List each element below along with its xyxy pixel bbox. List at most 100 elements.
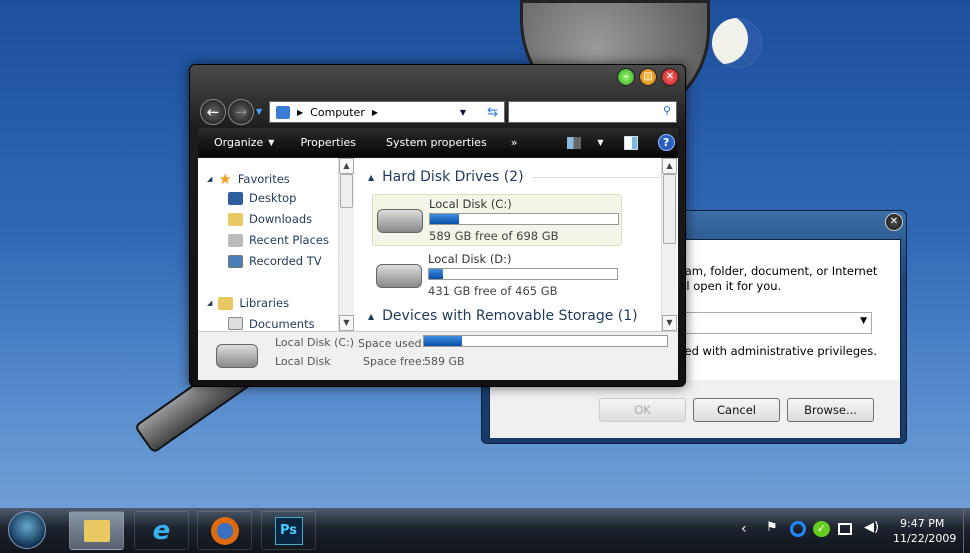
system-drive-icon: [216, 344, 258, 368]
group-header-hdd[interactable]: ▲ Hard Disk Drives (2): [368, 169, 672, 185]
chevron-down-icon: ▼: [268, 138, 275, 147]
network-error-icon[interactable]: [790, 521, 806, 537]
collapse-icon: ▲: [368, 311, 375, 321]
properties-button[interactable]: Properties: [300, 136, 356, 149]
close-button[interactable]: ✕: [661, 68, 679, 86]
taskbar-explorer[interactable]: [69, 511, 124, 550]
open-combobox[interactable]: ▼: [680, 312, 872, 334]
scroll-thumb[interactable]: [340, 174, 353, 208]
command-bar: Organize ▼ Properties System properties »…: [198, 128, 678, 157]
preview-pane-icon[interactable]: [623, 135, 638, 150]
recent-places-icon: [228, 233, 243, 247]
close-button[interactable]: ✕: [885, 213, 903, 231]
taskbar-ie[interactable]: e: [134, 511, 189, 550]
breadcrumb-arrow-icon: ▶: [371, 107, 378, 117]
security-check-icon[interactable]: ✓: [813, 521, 830, 537]
back-button[interactable]: ←: [200, 99, 226, 125]
forward-button[interactable]: →: [228, 99, 254, 125]
organize-menu[interactable]: Organize: [214, 136, 263, 149]
refresh-icon[interactable]: ⇆: [487, 105, 498, 120]
content-scrollbar[interactable]: ▲ ▼: [661, 158, 677, 331]
content-area: ◢ ★ Favorites Desktop Downloads Recent Pla…: [198, 158, 678, 331]
disk-free-text: 431 GB free of 465 GB: [428, 284, 558, 298]
nav-documents[interactable]: Documents: [228, 317, 315, 331]
group-label: Hard Disk Drives (2): [382, 169, 524, 185]
help-icon[interactable]: ?: [657, 134, 675, 151]
wallpaper-moon: [712, 18, 762, 68]
documents-icon: [228, 317, 243, 330]
usage-fill: [429, 269, 443, 279]
recent-pages-dropdown[interactable]: ▼: [256, 107, 262, 116]
ok-button[interactable]: OK: [599, 398, 686, 422]
disk-name: Local Disk (D:): [428, 252, 512, 266]
disk-item-c[interactable]: Local Disk (C:) 589 GB free of 698 GB: [372, 194, 622, 246]
system-drive-icon: [377, 209, 423, 233]
network-icon[interactable]: [838, 523, 852, 535]
nav-label: Documents: [249, 317, 315, 331]
nav-downloads[interactable]: Downloads: [228, 212, 312, 226]
scroll-down-icon[interactable]: ▼: [662, 315, 677, 331]
clock-time[interactable]: 9:47 PM: [900, 517, 944, 530]
clock-date[interactable]: 11/22/2009: [893, 532, 956, 545]
details-pane: Local Disk (C:) Local Disk Space used: S…: [198, 331, 678, 380]
search-input[interactable]: ⚲: [508, 101, 677, 123]
usage-fill: [430, 214, 460, 224]
address-bar[interactable]: ▶ Computer ▶ ▼ ⇆: [269, 101, 505, 123]
group-header-removable[interactable]: ▲ Devices with Removable Storage (1): [368, 308, 638, 324]
view-dropdown-icon[interactable]: ▼: [597, 138, 603, 147]
cancel-button[interactable]: Cancel: [693, 398, 780, 422]
nav-scrollbar[interactable]: ▲ ▼: [338, 158, 354, 331]
space-used-bar: [423, 335, 668, 347]
firefox-icon: [210, 516, 239, 545]
disk-item-d[interactable]: Local Disk (D:) 431 GB free of 465 GB: [372, 250, 622, 302]
details-name: Local Disk (C:): [275, 336, 355, 349]
nav-libraries[interactable]: ◢ Libraries: [207, 296, 289, 310]
nav-label: Recent Places: [249, 233, 329, 247]
nav-label: Libraries: [239, 296, 290, 310]
scroll-down-icon[interactable]: ▼: [339, 315, 354, 331]
nav-desktop[interactable]: Desktop: [228, 191, 296, 205]
downloads-folder-icon: [228, 212, 243, 226]
nav-favorites[interactable]: ◢ ★ Favorites: [207, 170, 290, 188]
computer-icon: [276, 105, 290, 119]
admin-note: ted with administrative privileges.: [680, 344, 877, 358]
expand-icon: ◢: [207, 175, 213, 183]
maximize-button[interactable]: □: [639, 68, 657, 86]
change-view-icon[interactable]: [567, 136, 582, 149]
run-description-line2: ill open it for you.: [680, 279, 782, 293]
disk-usage-bar: [428, 268, 618, 280]
chevron-down-icon: ▼: [860, 316, 867, 326]
group-label: Devices with Removable Storage (1): [382, 308, 638, 324]
breadcrumb-computer[interactable]: Computer: [310, 106, 365, 119]
drive-icon: [376, 264, 422, 288]
address-dropdown-icon[interactable]: ▼: [460, 108, 466, 117]
libraries-icon: [218, 296, 234, 310]
show-desktop-button[interactable]: [963, 508, 970, 553]
details-type: Local Disk: [275, 355, 331, 368]
taskbar-photoshop[interactable]: Ps: [261, 511, 316, 550]
nav-label: Favorites: [237, 172, 290, 186]
show-hidden-icons-button[interactable]: ‹: [741, 521, 747, 537]
usage-fill: [424, 336, 462, 346]
group-divider: [531, 176, 672, 178]
nav-recorded-tv[interactable]: Recorded TV: [228, 254, 322, 268]
run-description-line1: ram, folder, document, or Internet: [680, 264, 878, 278]
browse-button[interactable]: Browse...: [787, 398, 874, 422]
explorer-window: – □ ✕ ← → ▼ ▶ Computer ▶ ▼ ⇆ ⚲ Organize ▼…: [189, 64, 686, 387]
start-button[interactable]: [8, 511, 46, 549]
scroll-up-icon[interactable]: ▲: [339, 158, 354, 174]
volume-icon[interactable]: ◀): [864, 520, 879, 535]
scroll-up-icon[interactable]: ▲: [662, 158, 677, 174]
minimize-button[interactable]: –: [617, 68, 635, 86]
internet-explorer-icon: e: [152, 515, 171, 546]
system-properties-button[interactable]: System properties: [386, 136, 487, 149]
taskbar-firefox[interactable]: [197, 511, 252, 550]
space-free-label: Space free:: [363, 355, 426, 368]
more-commands-button[interactable]: »: [511, 136, 518, 149]
scroll-thumb[interactable]: [663, 174, 676, 244]
search-icon: ⚲: [662, 104, 671, 117]
desktop-icon: [228, 191, 243, 205]
navigation-pane: ◢ ★ Favorites Desktop Downloads Recent Pla…: [198, 158, 354, 331]
nav-recent-places[interactable]: Recent Places: [228, 233, 329, 247]
action-center-flag-icon[interactable]: ⚑: [766, 520, 778, 535]
